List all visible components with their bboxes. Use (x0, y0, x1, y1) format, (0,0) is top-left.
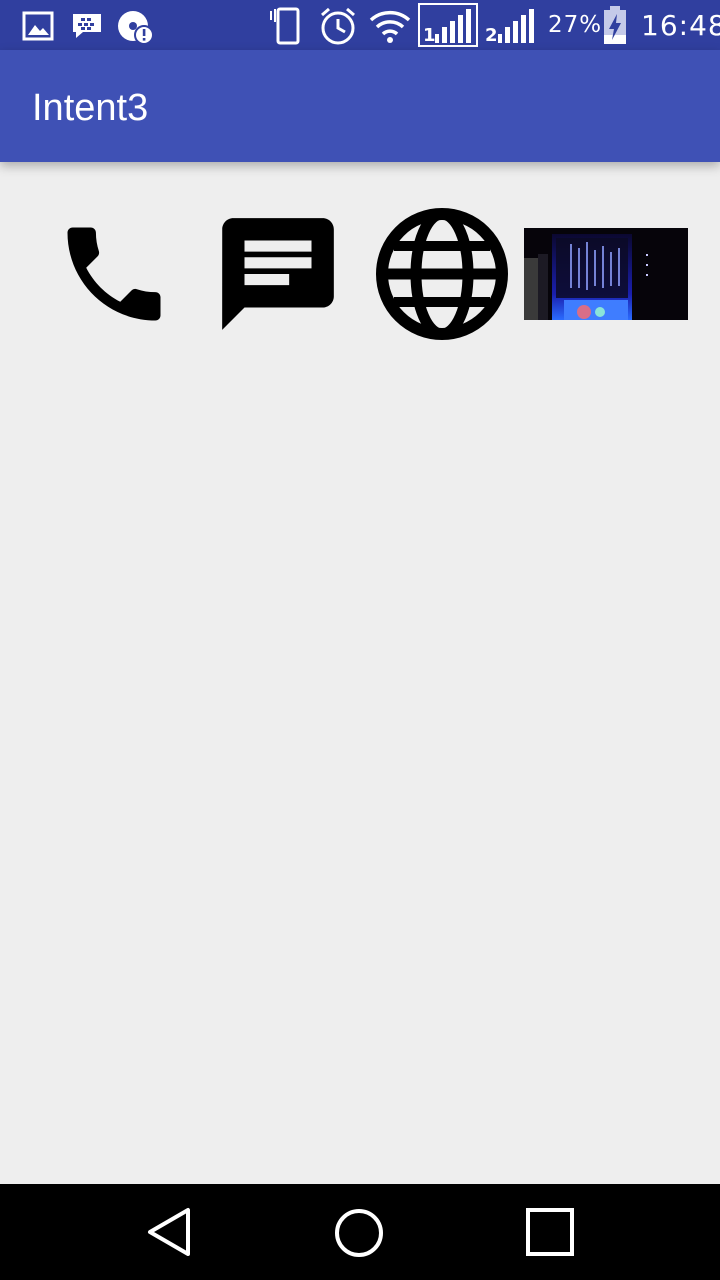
battery-percent: 27% (548, 12, 603, 38)
svg-text:1: 1 (423, 25, 436, 46)
content-area (0, 162, 720, 1184)
status-clock: 16:48 (641, 9, 720, 42)
alarm-icon (321, 7, 355, 45)
app-title: Intent3 (32, 87, 149, 129)
globe-icon[interactable] (374, 206, 510, 342)
vibrate-icon (270, 7, 300, 45)
battery-charging-icon (604, 6, 626, 44)
svg-text:2: 2 (485, 25, 498, 46)
navigation-bar (0, 1184, 720, 1280)
status-bar: 1 2 27% 16:48 (0, 0, 720, 50)
sync-alert-icon (118, 11, 154, 45)
home-icon[interactable] (332, 1206, 386, 1260)
message-icon[interactable] (211, 207, 345, 341)
photo-image (524, 228, 688, 320)
image-icon (22, 11, 54, 41)
photo-thumbnail[interactable] (524, 228, 688, 320)
bbm-icon (73, 14, 101, 38)
wifi-icon (369, 10, 411, 43)
signal-sim1-icon: 1 (418, 3, 478, 47)
recents-icon[interactable] (524, 1206, 576, 1258)
signal-sim2-icon: 2 (485, 9, 534, 46)
phone-icon[interactable] (52, 212, 176, 336)
back-icon[interactable] (144, 1206, 196, 1258)
app-bar: Intent3 (0, 50, 720, 162)
